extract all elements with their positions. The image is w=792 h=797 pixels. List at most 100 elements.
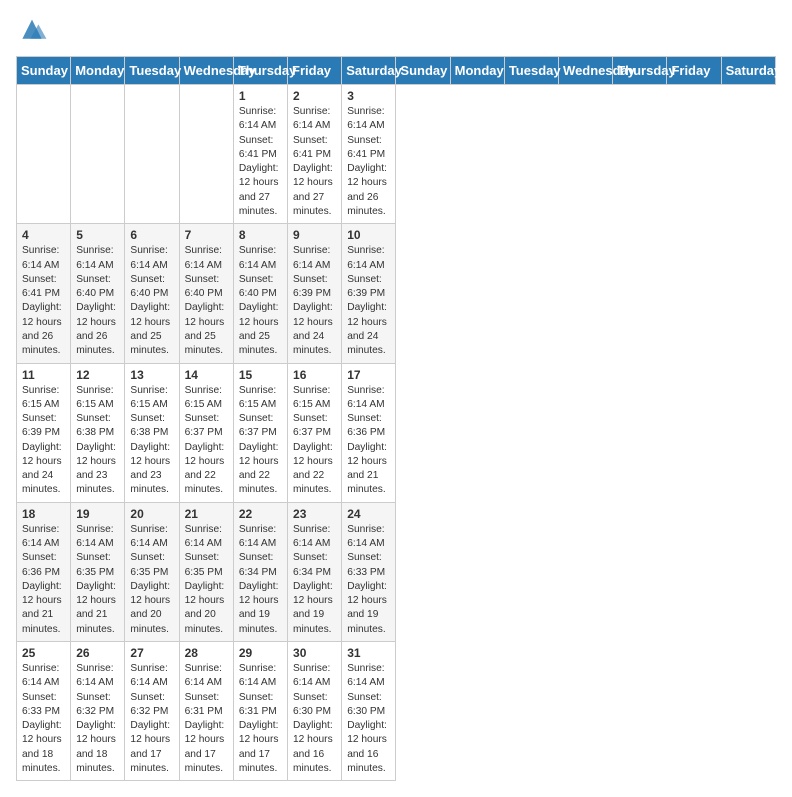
- calendar-day-header: Friday: [667, 57, 721, 85]
- day-number: 5: [76, 228, 119, 242]
- day-info: Sunrise: 6:15 AM Sunset: 6:39 PM Dayligh…: [22, 384, 65, 498]
- day-number: 2: [293, 89, 336, 103]
- calendar-week-row: 25 Sunrise: 6:14 AM Sunset: 6:33 PM Dayli…: [17, 642, 776, 781]
- calendar-day-header: Wednesday: [559, 57, 613, 85]
- calendar-day-header: Saturday: [342, 57, 396, 85]
- day-number: 13: [130, 368, 173, 382]
- day-info: Sunrise: 6:14 AM Sunset: 6:41 PM Dayligh…: [22, 244, 65, 358]
- calendar-day-cell: [125, 85, 179, 224]
- calendar-day-cell: 29 Sunrise: 6:14 AM Sunset: 6:31 PM Dayli…: [233, 642, 287, 781]
- day-info: Sunrise: 6:15 AM Sunset: 6:38 PM Dayligh…: [76, 384, 119, 498]
- calendar-week-row: 1Sunrise: 6:14 AM Sunset: 6:41 PM Daylig…: [17, 85, 776, 224]
- day-info: Sunrise: 6:15 AM Sunset: 6:37 PM Dayligh…: [239, 384, 282, 498]
- day-number: 30: [293, 646, 336, 660]
- calendar-day-header: Tuesday: [125, 57, 179, 85]
- day-info: Sunrise: 6:14 AM Sunset: 6:30 PM Dayligh…: [347, 662, 390, 776]
- day-info: Sunrise: 6:14 AM Sunset: 6:40 PM Dayligh…: [130, 244, 173, 358]
- day-info: Sunrise: 6:14 AM Sunset: 6:39 PM Dayligh…: [347, 244, 390, 358]
- calendar-day-cell: 15Sunrise: 6:15 AM Sunset: 6:37 PM Dayli…: [233, 363, 287, 502]
- calendar-day-header: Thursday: [233, 57, 287, 85]
- calendar-day-cell: [17, 85, 71, 224]
- day-info: Sunrise: 6:14 AM Sunset: 6:30 PM Dayligh…: [293, 662, 336, 776]
- day-number: 24: [347, 507, 390, 521]
- day-info: Sunrise: 6:14 AM Sunset: 6:40 PM Dayligh…: [185, 244, 228, 358]
- day-info: Sunrise: 6:14 AM Sunset: 6:36 PM Dayligh…: [22, 523, 65, 637]
- calendar-day-header: Monday: [450, 57, 504, 85]
- day-info: Sunrise: 6:14 AM Sunset: 6:40 PM Dayligh…: [239, 244, 282, 358]
- calendar-day-cell: 12Sunrise: 6:15 AM Sunset: 6:38 PM Dayli…: [71, 363, 125, 502]
- day-info: Sunrise: 6:14 AM Sunset: 6:32 PM Dayligh…: [130, 662, 173, 776]
- calendar-week-row: 18 Sunrise: 6:14 AM Sunset: 6:36 PM Dayli…: [17, 502, 776, 641]
- day-info: Sunrise: 6:14 AM Sunset: 6:35 PM Dayligh…: [130, 523, 173, 637]
- calendar-day-cell: 8Sunrise: 6:14 AM Sunset: 6:40 PM Daylig…: [233, 224, 287, 363]
- calendar-day-cell: 13 Sunrise: 6:15 AM Sunset: 6:38 PM Dayli…: [125, 363, 179, 502]
- day-number: 14: [185, 368, 228, 382]
- calendar-day-cell: 30 Sunrise: 6:14 AM Sunset: 6:30 PM Dayli…: [288, 642, 342, 781]
- day-info: Sunrise: 6:14 AM Sunset: 6:41 PM Dayligh…: [239, 105, 282, 219]
- day-info: Sunrise: 6:15 AM Sunset: 6:37 PM Dayligh…: [293, 384, 336, 498]
- day-number: 17: [347, 368, 390, 382]
- calendar-day-cell: 27Sunrise: 6:14 AM Sunset: 6:32 PM Dayli…: [125, 642, 179, 781]
- day-number: 28: [185, 646, 228, 660]
- day-number: 6: [130, 228, 173, 242]
- day-info: Sunrise: 6:14 AM Sunset: 6:34 PM Dayligh…: [239, 523, 282, 637]
- calendar-day-cell: 2 Sunrise: 6:14 AM Sunset: 6:41 PM Daylig…: [288, 85, 342, 224]
- day-number: 22: [239, 507, 282, 521]
- calendar-day-cell: 17 Sunrise: 6:14 AM Sunset: 6:36 PM Dayli…: [342, 363, 396, 502]
- calendar-day-header: Tuesday: [504, 57, 558, 85]
- day-info: Sunrise: 6:14 AM Sunset: 6:34 PM Dayligh…: [293, 523, 336, 637]
- calendar-day-cell: 20 Sunrise: 6:14 AM Sunset: 6:35 PM Dayli…: [125, 502, 179, 641]
- calendar-day-cell: 4 Sunrise: 6:14 AM Sunset: 6:41 PM Daylig…: [17, 224, 71, 363]
- day-info: Sunrise: 6:15 AM Sunset: 6:37 PM Dayligh…: [185, 384, 228, 498]
- day-info: Sunrise: 6:14 AM Sunset: 6:33 PM Dayligh…: [22, 662, 65, 776]
- day-info: Sunrise: 6:14 AM Sunset: 6:31 PM Dayligh…: [239, 662, 282, 776]
- calendar-day-header: Thursday: [613, 57, 667, 85]
- day-info: Sunrise: 6:14 AM Sunset: 6:41 PM Dayligh…: [293, 105, 336, 219]
- day-number: 3: [347, 89, 390, 103]
- day-number: 4: [22, 228, 65, 242]
- calendar-day-cell: 11 Sunrise: 6:15 AM Sunset: 6:39 PM Dayli…: [17, 363, 71, 502]
- calendar-day-cell: 24Sunrise: 6:14 AM Sunset: 6:33 PM Dayli…: [342, 502, 396, 641]
- calendar-day-cell: 3Sunrise: 6:14 AM Sunset: 6:41 PM Daylig…: [342, 85, 396, 224]
- calendar-day-cell: 18 Sunrise: 6:14 AM Sunset: 6:36 PM Dayli…: [17, 502, 71, 641]
- calendar-day-cell: [71, 85, 125, 224]
- calendar-day-header: Sunday: [396, 57, 450, 85]
- day-number: 29: [239, 646, 282, 660]
- calendar-table: SundayMondayTuesdayWednesdayThursdayFrid…: [16, 56, 776, 781]
- day-number: 10: [347, 228, 390, 242]
- day-number: 23: [293, 507, 336, 521]
- calendar-day-cell: 25 Sunrise: 6:14 AM Sunset: 6:33 PM Dayli…: [17, 642, 71, 781]
- calendar-day-cell: 22 Sunrise: 6:14 AM Sunset: 6:34 PM Dayli…: [233, 502, 287, 641]
- day-info: Sunrise: 6:15 AM Sunset: 6:38 PM Dayligh…: [130, 384, 173, 498]
- day-number: 26: [76, 646, 119, 660]
- calendar-day-cell: 1Sunrise: 6:14 AM Sunset: 6:41 PM Daylig…: [233, 85, 287, 224]
- day-number: 20: [130, 507, 173, 521]
- calendar-day-cell: 16 Sunrise: 6:15 AM Sunset: 6:37 PM Dayli…: [288, 363, 342, 502]
- calendar-day-cell: 6 Sunrise: 6:14 AM Sunset: 6:40 PM Daylig…: [125, 224, 179, 363]
- calendar-day-header: Saturday: [721, 57, 775, 85]
- day-number: 19: [76, 507, 119, 521]
- calendar-week-row: 4 Sunrise: 6:14 AM Sunset: 6:41 PM Daylig…: [17, 224, 776, 363]
- day-number: 9: [293, 228, 336, 242]
- day-info: Sunrise: 6:14 AM Sunset: 6:31 PM Dayligh…: [185, 662, 228, 776]
- day-number: 11: [22, 368, 65, 382]
- day-info: Sunrise: 6:14 AM Sunset: 6:35 PM Dayligh…: [185, 523, 228, 637]
- day-number: 7: [185, 228, 228, 242]
- calendar-day-header: Sunday: [17, 57, 71, 85]
- day-info: Sunrise: 6:14 AM Sunset: 6:36 PM Dayligh…: [347, 384, 390, 498]
- day-number: 16: [293, 368, 336, 382]
- day-info: Sunrise: 6:14 AM Sunset: 6:32 PM Dayligh…: [76, 662, 119, 776]
- day-number: 25: [22, 646, 65, 660]
- calendar-week-row: 11 Sunrise: 6:15 AM Sunset: 6:39 PM Dayli…: [17, 363, 776, 502]
- calendar-header-row: SundayMondayTuesdayWednesdayThursdayFrid…: [17, 57, 776, 85]
- logo-icon: [16, 16, 48, 44]
- calendar-day-cell: 9Sunrise: 6:14 AM Sunset: 6:39 PM Daylig…: [288, 224, 342, 363]
- calendar-day-cell: 5 Sunrise: 6:14 AM Sunset: 6:40 PM Daylig…: [71, 224, 125, 363]
- day-info: Sunrise: 6:14 AM Sunset: 6:40 PM Dayligh…: [76, 244, 119, 358]
- calendar-day-cell: [179, 85, 233, 224]
- logo: [16, 16, 52, 44]
- calendar-day-cell: 7 Sunrise: 6:14 AM Sunset: 6:40 PM Daylig…: [179, 224, 233, 363]
- calendar-day-header: Wednesday: [179, 57, 233, 85]
- calendar-day-cell: 21Sunrise: 6:14 AM Sunset: 6:35 PM Dayli…: [179, 502, 233, 641]
- day-number: 18: [22, 507, 65, 521]
